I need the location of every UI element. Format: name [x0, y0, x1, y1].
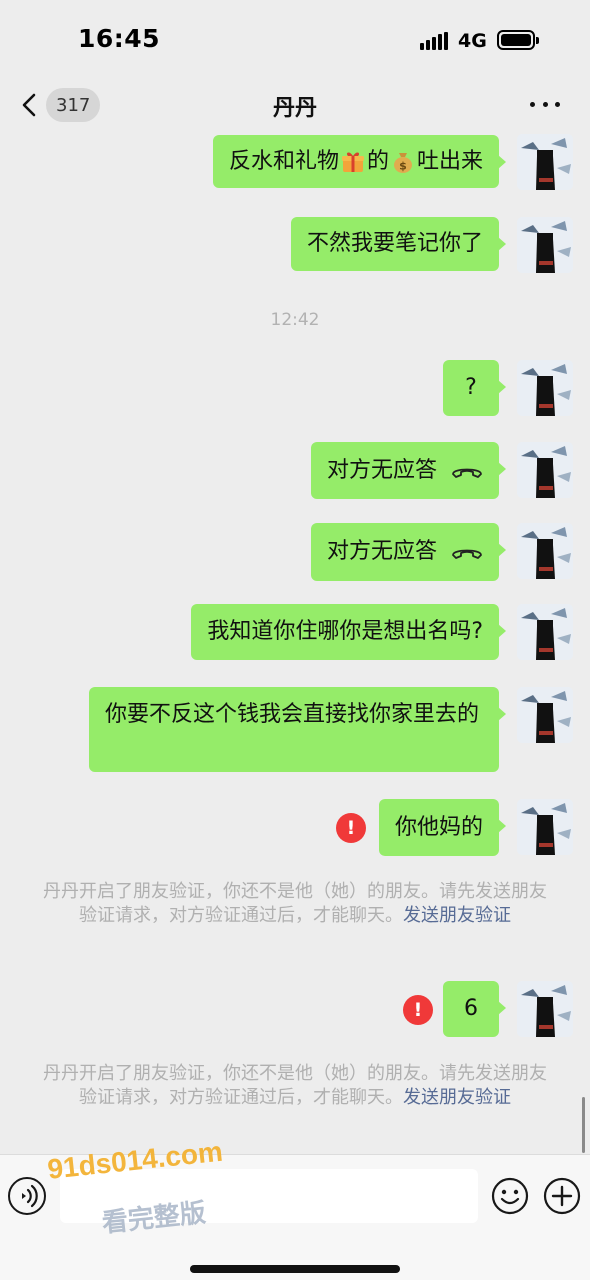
voice-icon[interactable] — [8, 1177, 46, 1215]
message-bubble[interactable]: 你他妈的 — [378, 799, 507, 856]
plus-icon[interactable] — [543, 1177, 581, 1215]
error-icon[interactable]: ! — [336, 813, 366, 843]
message-text: 对方无应答 — [326, 457, 437, 483]
money-bag-icon: $ — [393, 152, 412, 173]
network-label: 4G — [458, 30, 487, 52]
message-bubble[interactable]: ? — [443, 360, 506, 416]
gift-icon — [341, 152, 364, 172]
call-record-bubble[interactable]: 对方无应答 — [310, 442, 507, 499]
avatar[interactable] — [517, 604, 573, 660]
message-text: 对方无应答 — [326, 539, 437, 564]
time-divider: 12:42 — [270, 310, 320, 330]
avatar[interactable] — [517, 981, 573, 1037]
message-text: 6 — [464, 996, 478, 1021]
chat-screen: 16:45 4G 317 丹丹 反水和礼物 的 $ 吐出来 不然我要笔记你了 1… — [0, 0, 590, 1280]
call-end-icon — [452, 549, 482, 559]
emoji-icon[interactable] — [491, 1177, 529, 1215]
message-text: 我知道你住哪你是想出名吗? — [207, 619, 483, 644]
signal-icon — [420, 32, 448, 50]
call-end-icon — [452, 468, 482, 478]
status-bar: 16:45 4G — [0, 0, 590, 80]
message-text: 的 — [366, 148, 389, 174]
system-notice: 丹丹开启了朋友验证，你还不是他（她）的朋友。请先发送朋友验证请求，对方验证通过后… — [40, 880, 550, 928]
message-text: 不然我要笔记你了 — [306, 231, 483, 256]
avatar[interactable] — [517, 134, 573, 190]
avatar[interactable] — [517, 442, 573, 498]
unread-badge: 317 — [46, 88, 101, 122]
scrollbar[interactable] — [582, 1097, 585, 1153]
message-text: 反水和礼物 — [228, 148, 339, 174]
svg-text:$: $ — [399, 159, 407, 172]
back-button[interactable]: 317 — [22, 88, 104, 122]
call-record-bubble[interactable]: 对方无应答 — [310, 523, 507, 581]
avatar[interactable] — [517, 799, 573, 855]
error-icon[interactable]: ! — [403, 995, 433, 1025]
send-verification-link[interactable]: 发送朋友验证 — [403, 1087, 511, 1108]
avatar[interactable] — [517, 687, 573, 743]
message-bubble[interactable]: 6 — [443, 981, 506, 1037]
message-list[interactable]: 反水和礼物 的 $ 吐出来 不然我要笔记你了 12:42 ? 对方无应答 对方无… — [0, 132, 590, 1154]
more-icon[interactable] — [530, 94, 560, 114]
message-bubble[interactable]: 不然我要笔记你了 — [290, 217, 507, 271]
message-text: ? — [465, 375, 477, 400]
home-indicator[interactable] — [190, 1265, 400, 1273]
message-text: 你他妈的 — [394, 814, 483, 840]
nav-bar: 317 丹丹 — [0, 80, 590, 132]
avatar[interactable] — [517, 360, 573, 416]
message-text: 你要不反这个钱我会直接找你家里去的 — [105, 702, 480, 727]
avatar[interactable] — [517, 217, 573, 273]
system-notice: 丹丹开启了朋友验证，你还不是他（她）的朋友。请先发送朋友验证请求，对方验证通过后… — [40, 1062, 550, 1110]
message-bubble[interactable]: 我知道你住哪你是想出名吗? — [191, 604, 506, 660]
chevron-left-icon — [22, 93, 36, 117]
message-text: 吐出来 — [416, 148, 483, 174]
send-verification-link[interactable]: 发送朋友验证 — [403, 905, 511, 926]
message-bubble[interactable]: 你要不反这个钱我会直接找你家里去的 — [89, 687, 506, 772]
status-time: 16:45 — [78, 24, 161, 53]
avatar[interactable] — [517, 523, 573, 579]
message-bubble[interactable]: 反水和礼物 的 $ 吐出来 — [212, 135, 507, 188]
battery-icon — [497, 30, 539, 50]
